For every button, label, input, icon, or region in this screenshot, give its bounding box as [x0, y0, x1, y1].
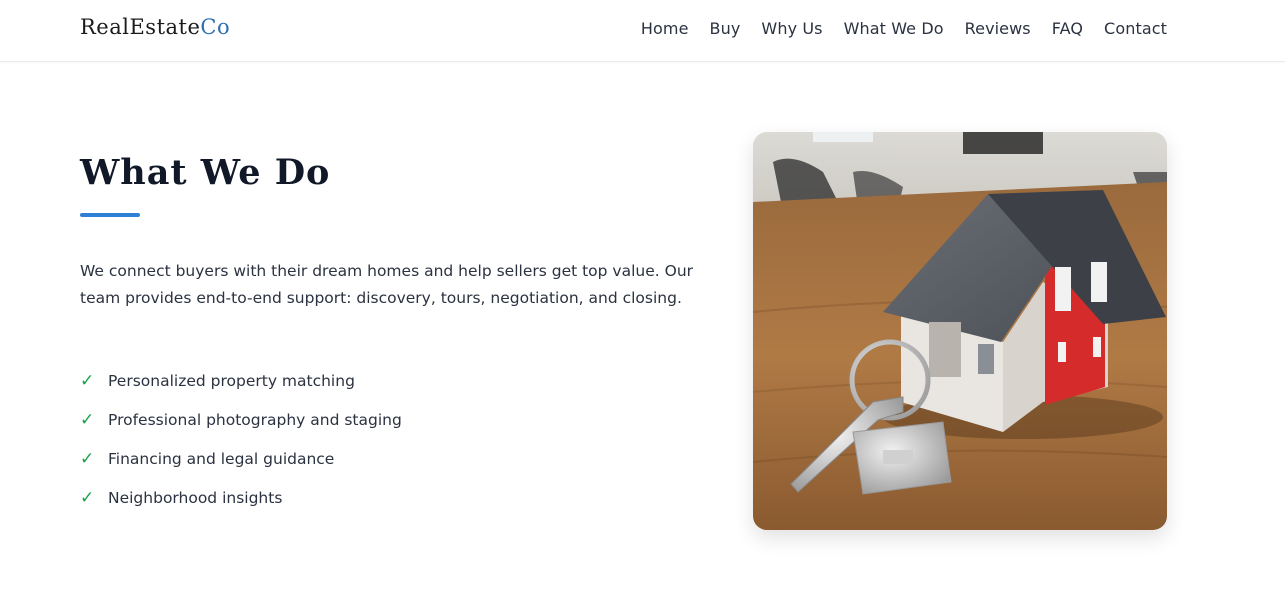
- feature-item: ✓ Professional photography and staging: [80, 400, 402, 439]
- top-navbar: RealEstateCo Home Buy Why Us What We Do …: [0, 0, 1285, 62]
- house-keys-photo: [753, 132, 1167, 530]
- nav-link-home[interactable]: Home: [641, 19, 689, 38]
- section-intro: We connect buyers with their dream homes…: [80, 262, 694, 307]
- feature-item: ✓ Personalized property matching: [80, 361, 402, 400]
- brand-logo[interactable]: RealEstateCo: [80, 15, 230, 39]
- nav-link-what-we-do[interactable]: What We Do: [844, 19, 944, 38]
- section-title: What We Do: [80, 152, 331, 193]
- nav-link-buy[interactable]: Buy: [710, 19, 741, 38]
- check-icon: ✓: [80, 487, 95, 508]
- main-nav: Home Buy Why Us What We Do Reviews FAQ C…: [620, 19, 1167, 38]
- nav-link-faq[interactable]: FAQ: [1052, 19, 1083, 38]
- house-model-illustration: [753, 132, 1167, 530]
- nav-link-reviews[interactable]: Reviews: [965, 19, 1031, 38]
- feature-label: Neighborhood insights: [108, 488, 283, 507]
- title-underline: [80, 213, 140, 217]
- nav-link-contact[interactable]: Contact: [1104, 19, 1167, 38]
- nav-link-why-us[interactable]: Why Us: [761, 19, 822, 38]
- feature-list: ✓ Personalized property matching ✓ Profe…: [80, 361, 402, 517]
- feature-label: Financing and legal guidance: [108, 449, 335, 468]
- check-icon: ✓: [80, 409, 95, 430]
- feature-item: ✓ Financing and legal guidance: [80, 439, 402, 478]
- feature-label: Professional photography and staging: [108, 410, 402, 429]
- brand-name: RealEstate: [80, 15, 201, 39]
- feature-item: ✓ Neighborhood insights: [80, 478, 402, 517]
- brand-accent: Co: [200, 15, 231, 39]
- check-icon: ✓: [80, 370, 95, 391]
- check-icon: ✓: [80, 448, 95, 469]
- feature-label: Personalized property matching: [108, 371, 355, 390]
